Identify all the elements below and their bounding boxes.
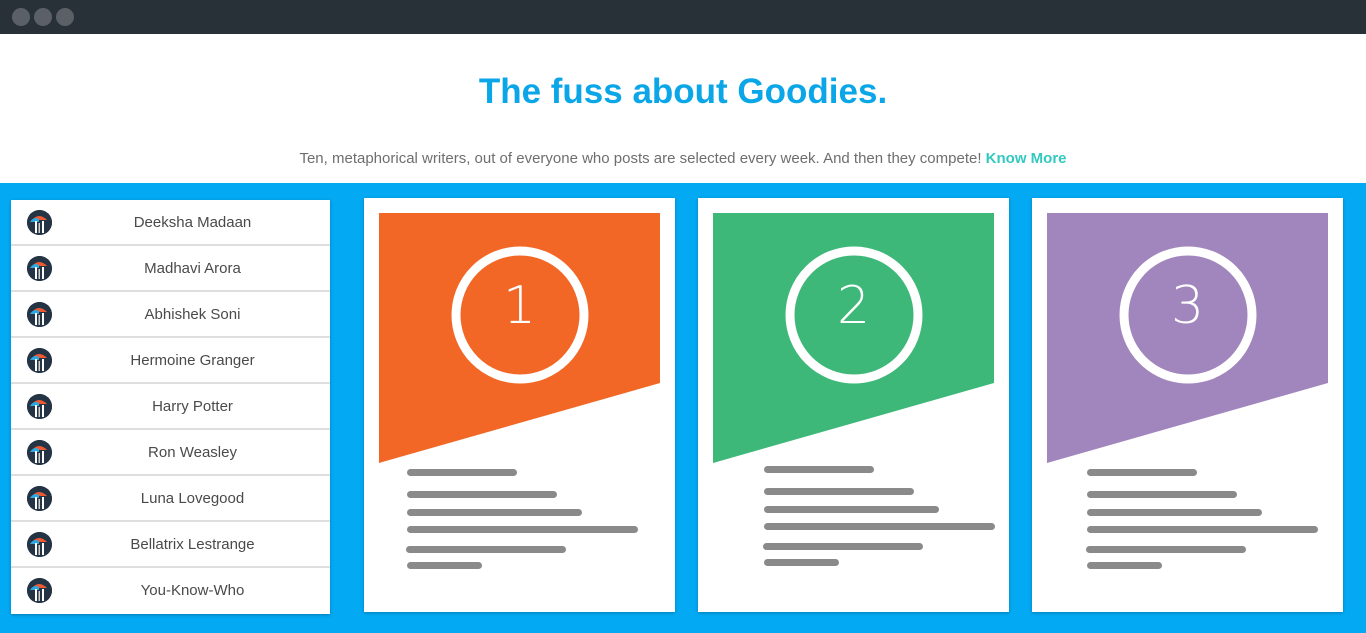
- rank-number: 2: [836, 276, 871, 336]
- writer-list-item[interactable]: You-Know-Who: [11, 568, 330, 614]
- text-placeholder-line: [764, 523, 995, 530]
- writer-name: Madhavi Arora: [144, 260, 241, 277]
- rank-number: 1: [502, 276, 537, 336]
- text-placeholder-line: [407, 491, 557, 498]
- window-minimize-dot[interactable]: [34, 8, 52, 26]
- writer-list-item[interactable]: Ron Weasley: [11, 430, 330, 476]
- window-close-dot[interactable]: [12, 8, 30, 26]
- avatar-icon: [27, 302, 52, 327]
- writer-list-item[interactable]: Bellatrix Lestrange: [11, 522, 330, 568]
- avatar-icon: [27, 256, 52, 281]
- text-placeholder-line: [407, 562, 482, 569]
- writer-list-item[interactable]: Abhishek Soni: [11, 292, 330, 338]
- page-subtitle: Ten, metaphorical writers, out of everyo…: [0, 150, 1366, 167]
- subtitle-text: Ten, metaphorical writers, out of everyo…: [299, 150, 982, 167]
- writer-list-item[interactable]: Harry Potter: [11, 384, 330, 430]
- writer-name: Ron Weasley: [148, 444, 237, 461]
- text-placeholder-line: [1087, 491, 1237, 498]
- rank-card-3[interactable]: 3: [1032, 198, 1343, 612]
- text-placeholder-line: [407, 509, 582, 516]
- know-more-link[interactable]: Know More: [986, 150, 1067, 167]
- rank-banner-shape: [379, 213, 660, 463]
- page-title: The fuss about Goodies.: [478, 72, 888, 111]
- window-maximize-dot[interactable]: [56, 8, 74, 26]
- text-placeholder-line: [763, 543, 923, 550]
- writer-list: Deeksha Madaan Madhavi Arora Abhishek So…: [11, 200, 330, 614]
- text-placeholder-line: [764, 559, 839, 566]
- writer-name: Luna Lovegood: [140, 490, 245, 507]
- writer-list-item[interactable]: Hermoine Granger: [11, 338, 330, 384]
- rank-card-1[interactable]: 1: [364, 198, 675, 612]
- writer-name: Hermoine Granger: [130, 352, 255, 369]
- writer-name: Bellatrix Lestrange: [130, 536, 255, 553]
- text-placeholder-line: [1087, 562, 1162, 569]
- text-placeholder-line: [406, 546, 566, 553]
- writer-name: Deeksha Madaan: [133, 214, 252, 231]
- window-titlebar: [0, 0, 1366, 34]
- text-placeholder-line: [1086, 546, 1246, 553]
- rank-number: 3: [1170, 276, 1205, 336]
- avatar-icon: [27, 394, 52, 419]
- text-placeholder-line: [764, 506, 939, 513]
- text-placeholder-line: [407, 526, 638, 533]
- text-placeholder-line: [764, 488, 914, 495]
- writer-name: Harry Potter: [152, 398, 233, 415]
- text-placeholder-line: [1087, 469, 1197, 476]
- avatar-icon: [27, 210, 52, 235]
- rank-banner-shape: [713, 213, 994, 463]
- avatar-icon: [27, 578, 52, 603]
- avatar-icon: [27, 348, 52, 373]
- text-placeholder-line: [1087, 526, 1318, 533]
- writer-list-item[interactable]: Luna Lovegood: [11, 476, 330, 522]
- writer-list-item[interactable]: Deeksha Madaan: [11, 200, 330, 246]
- rank-banner-shape: [1047, 213, 1328, 463]
- avatar-icon: [27, 532, 52, 557]
- avatar-icon: [27, 440, 52, 465]
- writer-list-item[interactable]: Madhavi Arora: [11, 246, 330, 292]
- text-placeholder-line: [764, 466, 874, 473]
- writer-name: Abhishek Soni: [144, 306, 241, 323]
- writer-name: You-Know-Who: [140, 582, 245, 599]
- text-placeholder-line: [1087, 509, 1262, 516]
- avatar-icon: [27, 486, 52, 511]
- text-placeholder-line: [407, 469, 517, 476]
- rank-card-2[interactable]: 2: [698, 198, 1009, 612]
